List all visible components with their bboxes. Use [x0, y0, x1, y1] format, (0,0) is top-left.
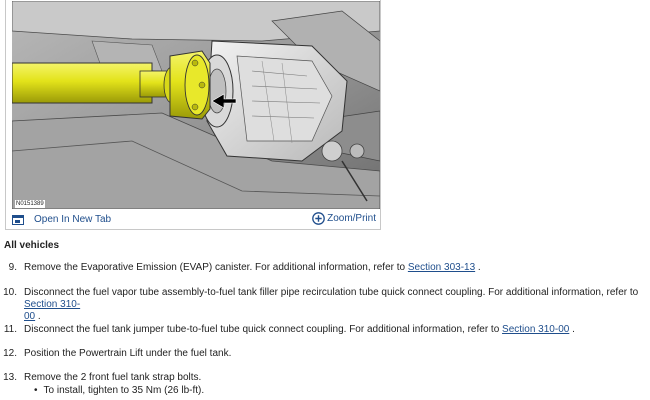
step-number: 11.: [3, 324, 17, 335]
zoom-print-label: Zoom/Print: [327, 213, 376, 224]
torque-spec: To install, tighten to 35 Nm (26 lb-ft).: [43, 385, 205, 396]
figure-frame: N0151389 Open In New Tab Zoom/Print: [5, 0, 381, 230]
open-in-new-tab-link[interactable]: Open In New Tab: [12, 214, 111, 225]
open-in-new-tab-label: Open In New Tab: [34, 214, 112, 225]
section-heading: All vehicles: [4, 240, 60, 251]
step-text: Disconnect the fuel tank jumper tube-to-…: [24, 324, 650, 336]
figure-id-label: N0151389: [15, 200, 45, 208]
step-instruction: Remove the Evaporative Emission (EVAP) c…: [24, 262, 408, 273]
step-instruction: Disconnect the fuel tank jumper tube-to-…: [24, 324, 503, 335]
step-text: Disconnect the fuel vapor tube assembly-…: [24, 287, 650, 323]
step-text: Remove the Evaporative Emission (EVAP) c…: [24, 262, 650, 274]
step-suffix: .: [569, 324, 575, 335]
step-number: 12.: [3, 348, 17, 359]
service-manual-page: N0151389 Open In New Tab Zoom/Print All …: [0, 0, 650, 400]
step-number: 13.: [3, 372, 17, 383]
section-link-310-00[interactable]: Section 310-00: [502, 324, 569, 335]
step-instruction: Disconnect the fuel vapor tube assembly-…: [24, 287, 639, 298]
driveshaft-illustration[interactable]: N0151389: [12, 1, 380, 209]
step-suffix: .: [35, 311, 41, 322]
section-link-303-13[interactable]: Section 303-13: [408, 262, 475, 273]
step-text: Position the Powertrain Lift under the f…: [24, 348, 232, 359]
install-torque-note: • To install, tighten to 35 Nm (26 lb-ft…: [34, 385, 204, 397]
bullet-icon: •: [34, 385, 38, 396]
section-link-310-00[interactable]: Section 310-: [24, 299, 80, 310]
step-number: 9.: [8, 262, 17, 273]
step-suffix: .: [475, 262, 481, 273]
window-icon: [12, 214, 24, 225]
step-text: Remove the 2 front fuel tank strap bolts…: [24, 372, 202, 383]
zoom-print-link[interactable]: Zoom/Print: [312, 212, 376, 225]
section-link-310-00-cont[interactable]: 00: [24, 311, 35, 322]
step-number: 10.: [3, 287, 17, 298]
zoom-plus-icon: [312, 212, 325, 225]
figure-toolbar: Open In New Tab Zoom/Print: [6, 210, 380, 230]
